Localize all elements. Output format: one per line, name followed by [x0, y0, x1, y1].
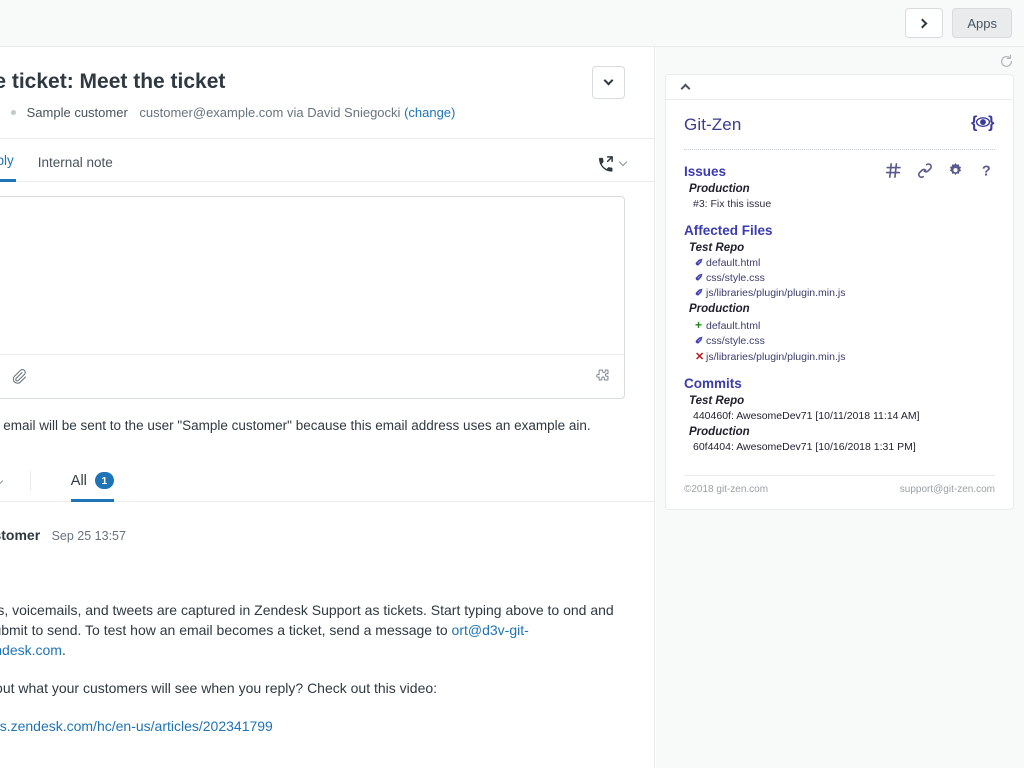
- file-row[interactable]: ✕js/libraries/plugin/plugin.min.js: [695, 350, 995, 363]
- refresh-icon[interactable]: [999, 54, 1014, 74]
- composer-box: [0, 196, 625, 399]
- comment-header: ple customer Sep 25 13:57: [0, 526, 654, 545]
- issue-row[interactable]: #3: Fix this issue: [693, 198, 995, 210]
- ticket-header: mple ticket: Meet the ticket 5 13:57 Sam…: [0, 47, 654, 139]
- help-icon[interactable]: ?: [978, 162, 995, 179]
- chevron-up-icon: [681, 84, 691, 94]
- tab-internal-note[interactable]: Internal note: [38, 155, 113, 181]
- next-ticket-button[interactable]: [905, 8, 943, 38]
- comment-greeting: avid,: [0, 562, 614, 582]
- app-copyright: ©2018 git-zen.com: [684, 484, 768, 495]
- modified-file-icon: ✐: [695, 336, 704, 347]
- row-label: 60f4404: AwesomeDev71 [10/16/2018 1:31 P…: [693, 441, 916, 453]
- chevron-down-icon: [619, 158, 627, 166]
- chevron-down-icon: [0, 477, 3, 485]
- repo-label: Production: [689, 303, 995, 315]
- composer-toolbar: [0, 354, 624, 398]
- comment-paragraph-1: ls, chats, voicemails, and tweets are ca…: [0, 600, 614, 660]
- ticket-meta: 5 13:57 Sample customer customer@example…: [0, 104, 654, 122]
- comment-block: ple customer Sep 25 13:57 avid, ls, chat…: [0, 502, 654, 736]
- commit-row[interactable]: 60f4404: AwesomeDev71 [10/16/2018 1:31 P…: [693, 441, 995, 453]
- git-zen-logo-icon: { }: [971, 112, 995, 138]
- row-label: 440460f: AwesomeDev71 [10/11/2018 11:14 …: [693, 410, 920, 422]
- ticket-options-button[interactable]: [592, 66, 625, 99]
- link-icon[interactable]: [916, 162, 933, 179]
- paperclip-icon[interactable]: [11, 368, 28, 385]
- deleted-file-icon: ✕: [695, 350, 704, 363]
- change-requester-link[interactable]: (change): [404, 105, 455, 120]
- ticket-requester[interactable]: Sample customer: [27, 105, 128, 120]
- added-file-icon: +: [695, 318, 704, 332]
- row-label: #3: Fix this issue: [693, 198, 771, 210]
- tab-public-reply[interactable]: c reply: [0, 153, 16, 182]
- video-article-link[interactable]: ://demos.zendesk.com/hc/en-us/articles/2…: [0, 718, 273, 734]
- git-zen-action-icons: ?: [885, 162, 995, 179]
- file-row[interactable]: ✐css/style.css: [695, 335, 995, 347]
- apps-pane: Git-Zen { }: [656, 47, 1024, 768]
- composer-channel-tabs: c reply Internal note: [0, 139, 654, 182]
- all-count-badge: 1: [95, 472, 114, 489]
- call-channel-selector[interactable]: [597, 155, 626, 172]
- gear-icon[interactable]: [947, 162, 964, 179]
- hash-icon[interactable]: [885, 162, 902, 179]
- conversation-header: ersations All 1: [0, 462, 654, 502]
- chevron-right-icon: [918, 18, 928, 28]
- app-title-row: Git-Zen { }: [684, 112, 995, 150]
- modified-file-icon: ✐: [695, 288, 704, 299]
- puzzle-piece-icon[interactable]: [593, 368, 610, 385]
- divider: [30, 471, 31, 491]
- repo-label: Production: [689, 426, 995, 438]
- top-header-bar: Apps: [0, 0, 1024, 47]
- section-title: Affected Files: [684, 223, 995, 238]
- app-title: Git-Zen: [684, 115, 741, 135]
- file-row[interactable]: ✐css/style.css: [695, 272, 995, 284]
- comment-timestamp: Sep 25 13:57: [52, 529, 126, 543]
- tab-all-label: All: [71, 473, 87, 489]
- ticket-pane: mple ticket: Meet the ticket 5 13:57 Sam…: [0, 47, 655, 768]
- comment-video-link-wrap: ://demos.zendesk.com/hc/en-us/articles/2…: [0, 716, 614, 736]
- composer-notice: o email will be sent to the user "Sample…: [0, 416, 625, 436]
- file-row[interactable]: +default.html: [695, 318, 995, 332]
- conversation-filter-dropdown[interactable]: ersations: [0, 475, 2, 501]
- git-zen-sections: IssuesProduction#3: Fix this issueAffect…: [684, 164, 995, 453]
- repo-label: Test Repo: [689, 395, 995, 407]
- comment-body: avid, ls, chats, voicemails, and tweets …: [0, 562, 614, 736]
- row-label: default.html: [706, 257, 760, 269]
- apps-button-label: Apps: [967, 16, 997, 31]
- file-row[interactable]: ✐default.html: [695, 257, 995, 269]
- comment-paragraph-2: ous about what your customers will see w…: [0, 678, 614, 698]
- apps-button[interactable]: Apps: [952, 8, 1012, 38]
- outbound-call-icon: [597, 155, 614, 172]
- modified-file-icon: ✐: [695, 273, 704, 284]
- chevron-down-icon: [604, 76, 614, 86]
- file-row[interactable]: ✐js/libraries/plugin/plugin.min.js: [695, 287, 995, 299]
- modified-file-icon: ✐: [695, 258, 704, 269]
- ticket-email-via: customer@example.com via David Sniegocki: [139, 105, 400, 120]
- row-label: default.html: [706, 320, 760, 332]
- tab-all-conversations[interactable]: All 1: [71, 472, 114, 502]
- repo-label: Test Repo: [689, 242, 995, 254]
- separator-dot-icon: [11, 110, 16, 115]
- app-collapse-toggle[interactable]: [666, 75, 1013, 100]
- row-label: js/libraries/plugin/plugin.min.js: [706, 351, 845, 363]
- composer-textarea[interactable]: [0, 197, 624, 354]
- svg-text:?: ?: [982, 164, 991, 179]
- section-title: Commits: [684, 376, 995, 391]
- repo-label: Production: [689, 183, 995, 195]
- app-footer: ©2018 git-zen.com support@git-zen.com: [684, 475, 995, 495]
- comment-paragraph-1-end: .: [62, 642, 66, 658]
- row-label: css/style.css: [706, 272, 765, 284]
- commit-row[interactable]: 440460f: AwesomeDev71 [10/11/2018 11:14 …: [693, 410, 995, 422]
- git-zen-app-card: Git-Zen { }: [665, 74, 1014, 510]
- git-zen-app-body: Git-Zen { }: [666, 100, 1013, 509]
- ticket-title: mple ticket: Meet the ticket: [0, 69, 654, 95]
- support-email-link[interactable]: support@git-zen.com: [900, 484, 995, 495]
- row-label: css/style.css: [706, 335, 765, 347]
- comment-author[interactable]: ple customer: [0, 527, 40, 543]
- row-label: js/libraries/plugin/plugin.min.js: [706, 287, 845, 299]
